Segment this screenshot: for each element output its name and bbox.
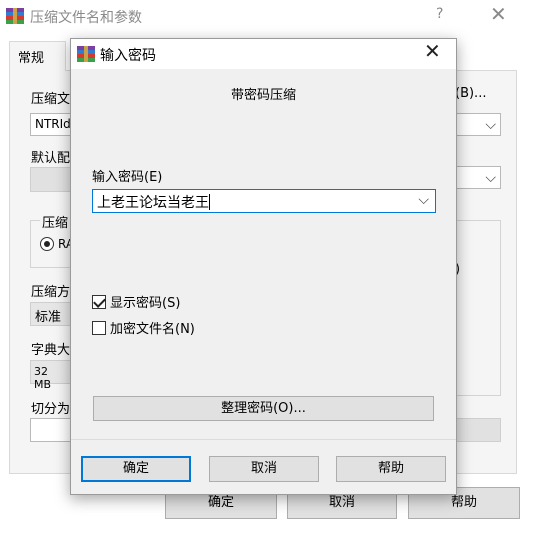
main-window-title: 压缩文件名和参数 [30,10,142,26]
config-button[interactable] [30,167,72,192]
winrar-dialog-icon [77,46,95,62]
archive-name-dropdown[interactable]: ⌵ [455,113,501,136]
main-help-icon[interactable]: ? [436,6,443,22]
dictionary-size-select[interactable]: 32 MB [30,360,72,391]
chevron-down-icon[interactable]: ⌵ [418,192,429,208]
password-input[interactable]: 上老王论坛当老王 ⌵ [92,189,436,213]
main-close-icon[interactable]: ✕ [490,2,507,26]
format-radio-rar[interactable] [40,237,54,251]
dialog-heading: 带密码压缩 [230,88,296,103]
winrar-app-icon [6,8,24,24]
text-cursor [209,194,210,210]
default-config-label: 默认配 [31,151,71,166]
compress-method-select[interactable]: 标准 [30,302,72,326]
encrypt-filenames-checkbox[interactable]: 加密文件名(N) [92,318,195,337]
options-groupbox [455,220,501,396]
password-dialog: 输入密码 ✕ 带密码压缩 输入密码(E) 上老王论坛当老王 ⌵ 显示密码(S) … [70,38,457,495]
checkbox-unchecked-icon [92,320,106,335]
compress-format-label: 压缩 [40,212,71,231]
dictionary-size-label: 字典大 [31,343,71,358]
dialog-separator [71,439,456,440]
tab-general[interactable]: 常规 [9,41,66,71]
encrypt-filenames-label: 加密文件名(N) [110,322,195,337]
password-label: 输入密码(E) [92,170,163,185]
chevron-down-icon: ⌵ [485,170,496,186]
ok-button[interactable]: 确定 [81,456,191,482]
help-button[interactable]: 帮助 [336,456,446,482]
show-password-checkbox[interactable]: 显示密码(S) [92,292,180,311]
set-password-button[interactable] [455,418,501,442]
dialog-title: 输入密码 [100,48,156,64]
dialog-close-icon[interactable]: ✕ [424,39,441,63]
chevron-down-icon: ⌵ [485,117,496,133]
split-volumes-input[interactable] [30,418,72,442]
browse-button[interactable]: (B)... [455,86,486,101]
compress-method-label: 压缩方 [31,285,71,300]
show-password-label: 显示密码(S) [110,296,181,311]
password-value: 上老王论坛当老王 [97,195,209,211]
update-mode-dropdown[interactable]: ⌵ [455,166,501,189]
archive-name-label: 压缩文 [31,92,71,107]
organize-passwords-button[interactable]: 整理密码(O)... [93,396,434,421]
checkbox-checked-icon [92,294,106,309]
split-volumes-label: 切分为 [31,402,71,417]
cancel-button[interactable]: 取消 [209,456,319,482]
